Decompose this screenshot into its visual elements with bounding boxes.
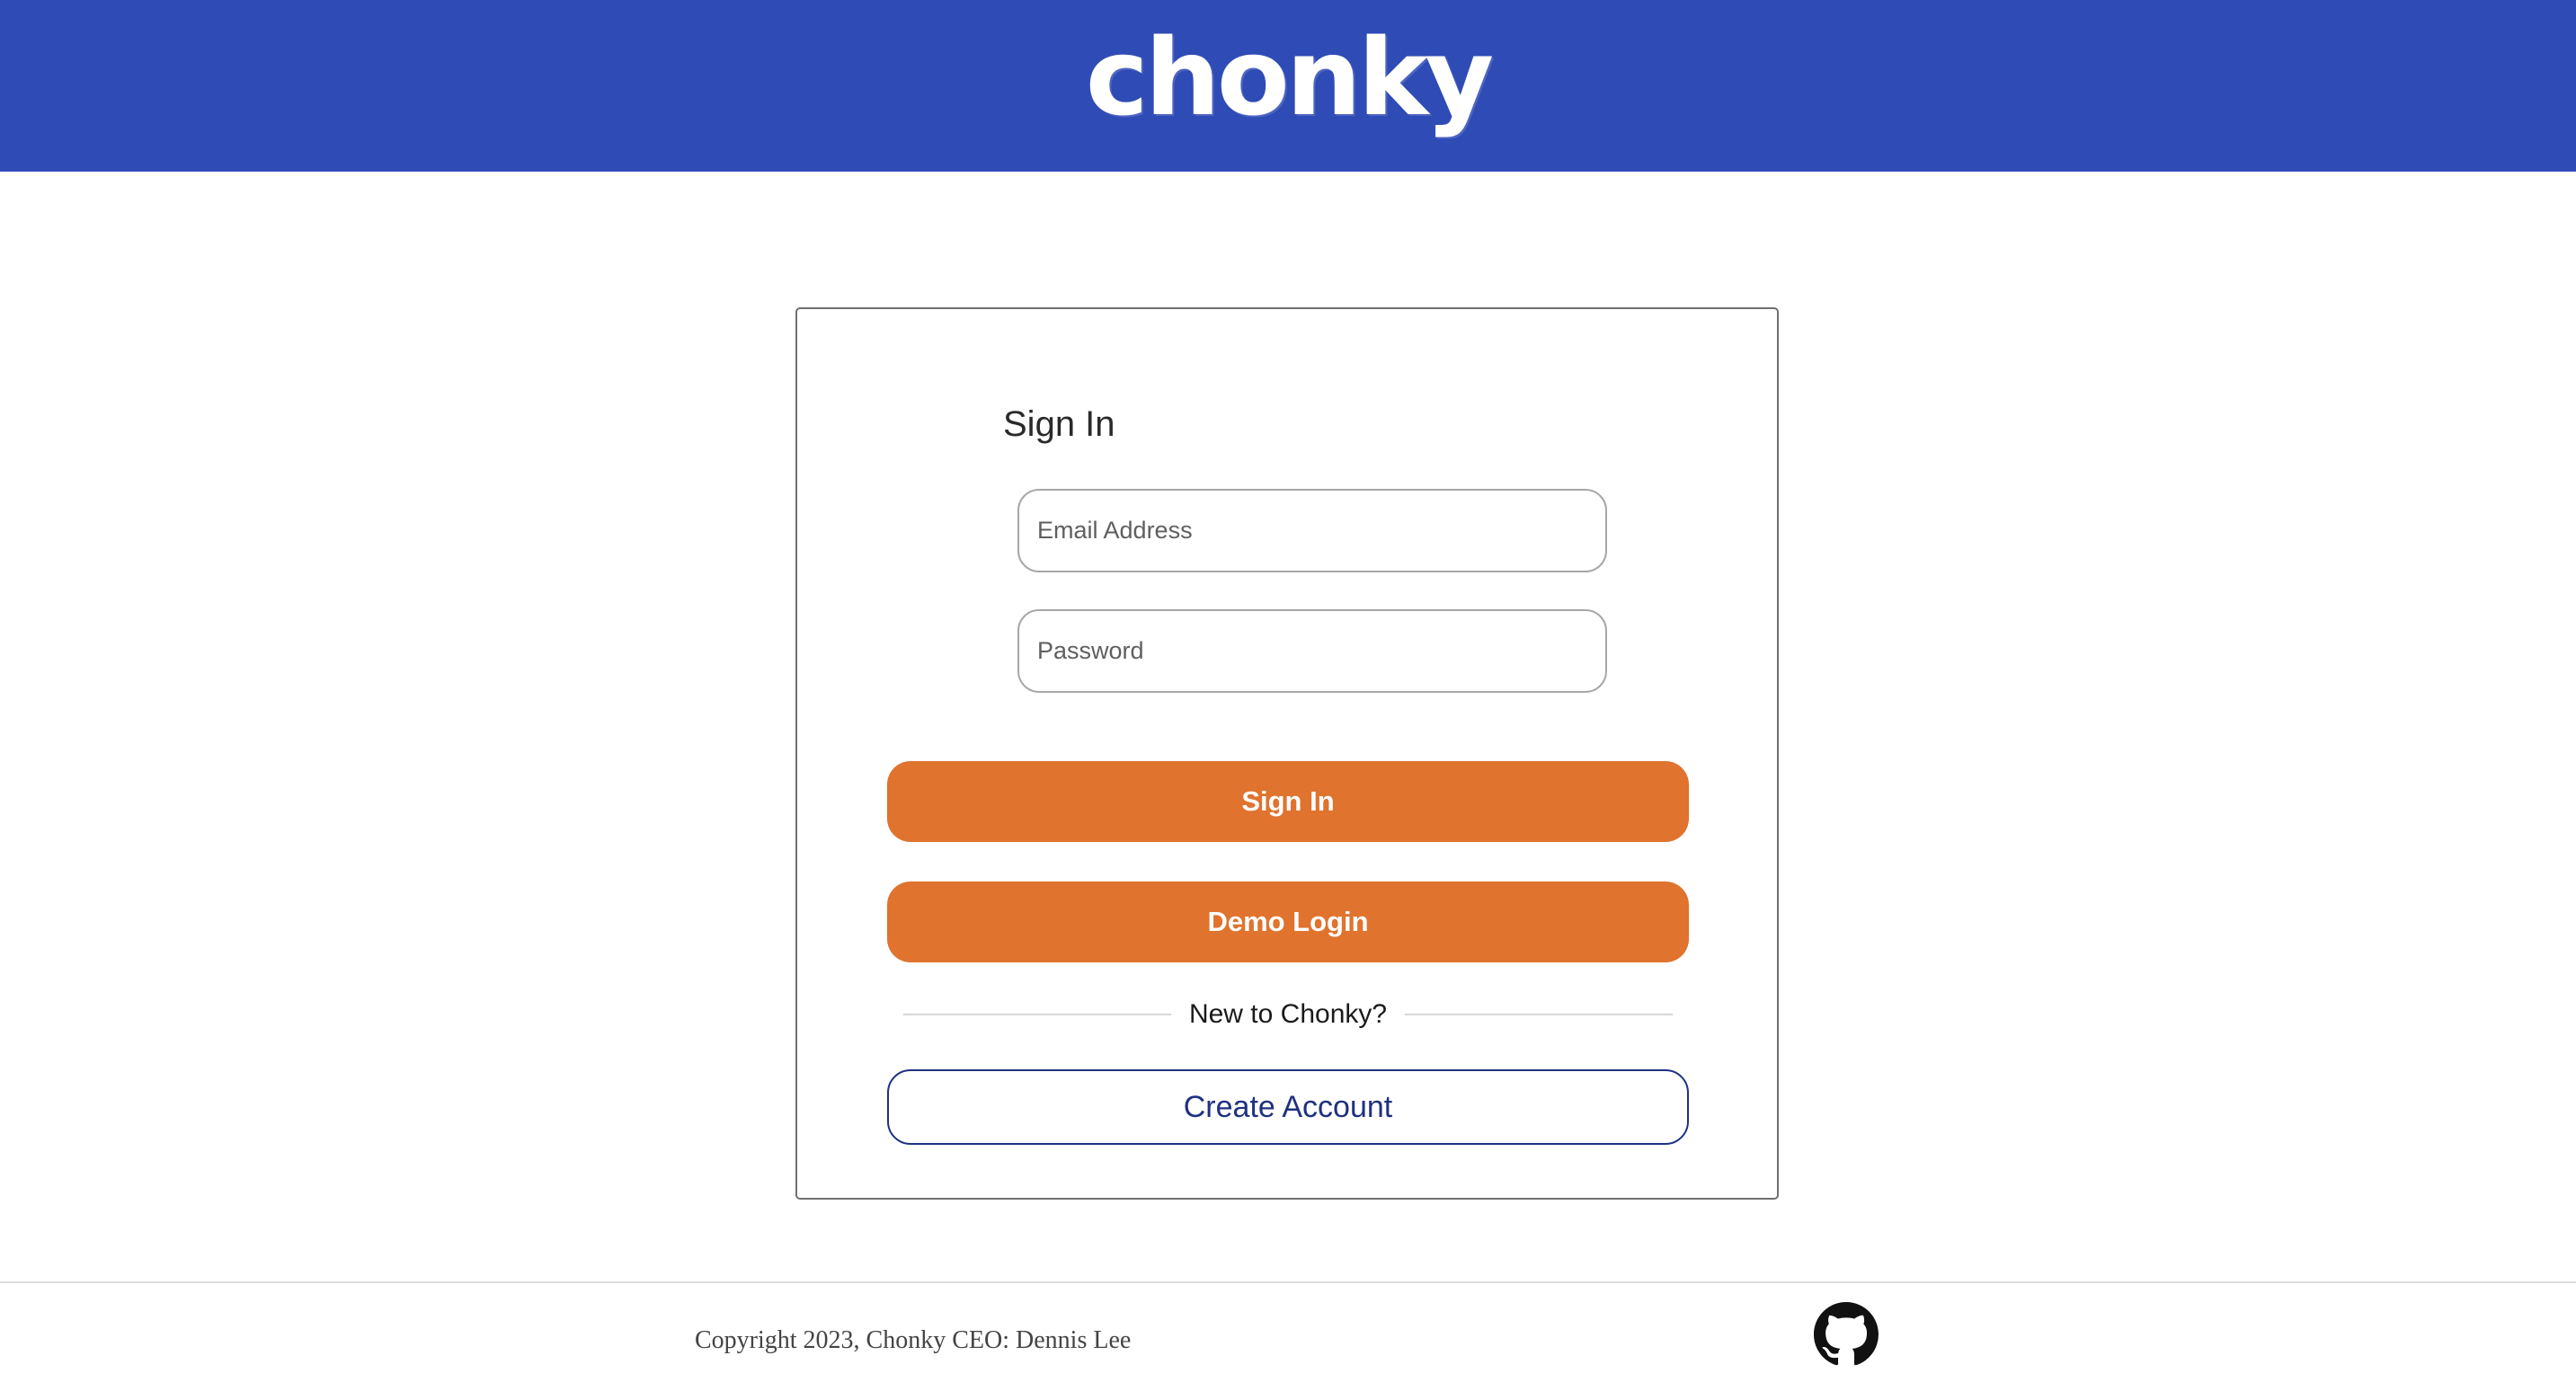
email-field[interactable] — [1017, 489, 1607, 572]
footer-divider — [0, 1281, 2576, 1283]
new-to-chonky-text: New to Chonky? — [1188, 999, 1388, 1029]
divider-line-left — [903, 1014, 1171, 1015]
password-field[interactable] — [1017, 609, 1607, 693]
signin-card: Sign In Sign In Demo Login New to Chonky… — [795, 307, 1779, 1200]
demo-login-button[interactable]: Demo Login — [887, 882, 1689, 962]
copyright-text: Copyright 2023, Chonky CEO: Dennis Lee — [695, 1326, 1132, 1354]
signin-title: Sign In — [1003, 404, 1115, 444]
divider-line-right — [1405, 1014, 1674, 1015]
signin-button[interactable]: Sign In — [887, 761, 1689, 842]
create-account-button[interactable]: Create Account — [887, 1069, 1689, 1145]
new-user-divider: New to Chonky? — [903, 992, 1674, 1037]
github-icon[interactable] — [1814, 1302, 1879, 1367]
site-header: chonky — [0, 0, 2576, 172]
chonky-logo[interactable]: chonky — [1086, 15, 1494, 139]
